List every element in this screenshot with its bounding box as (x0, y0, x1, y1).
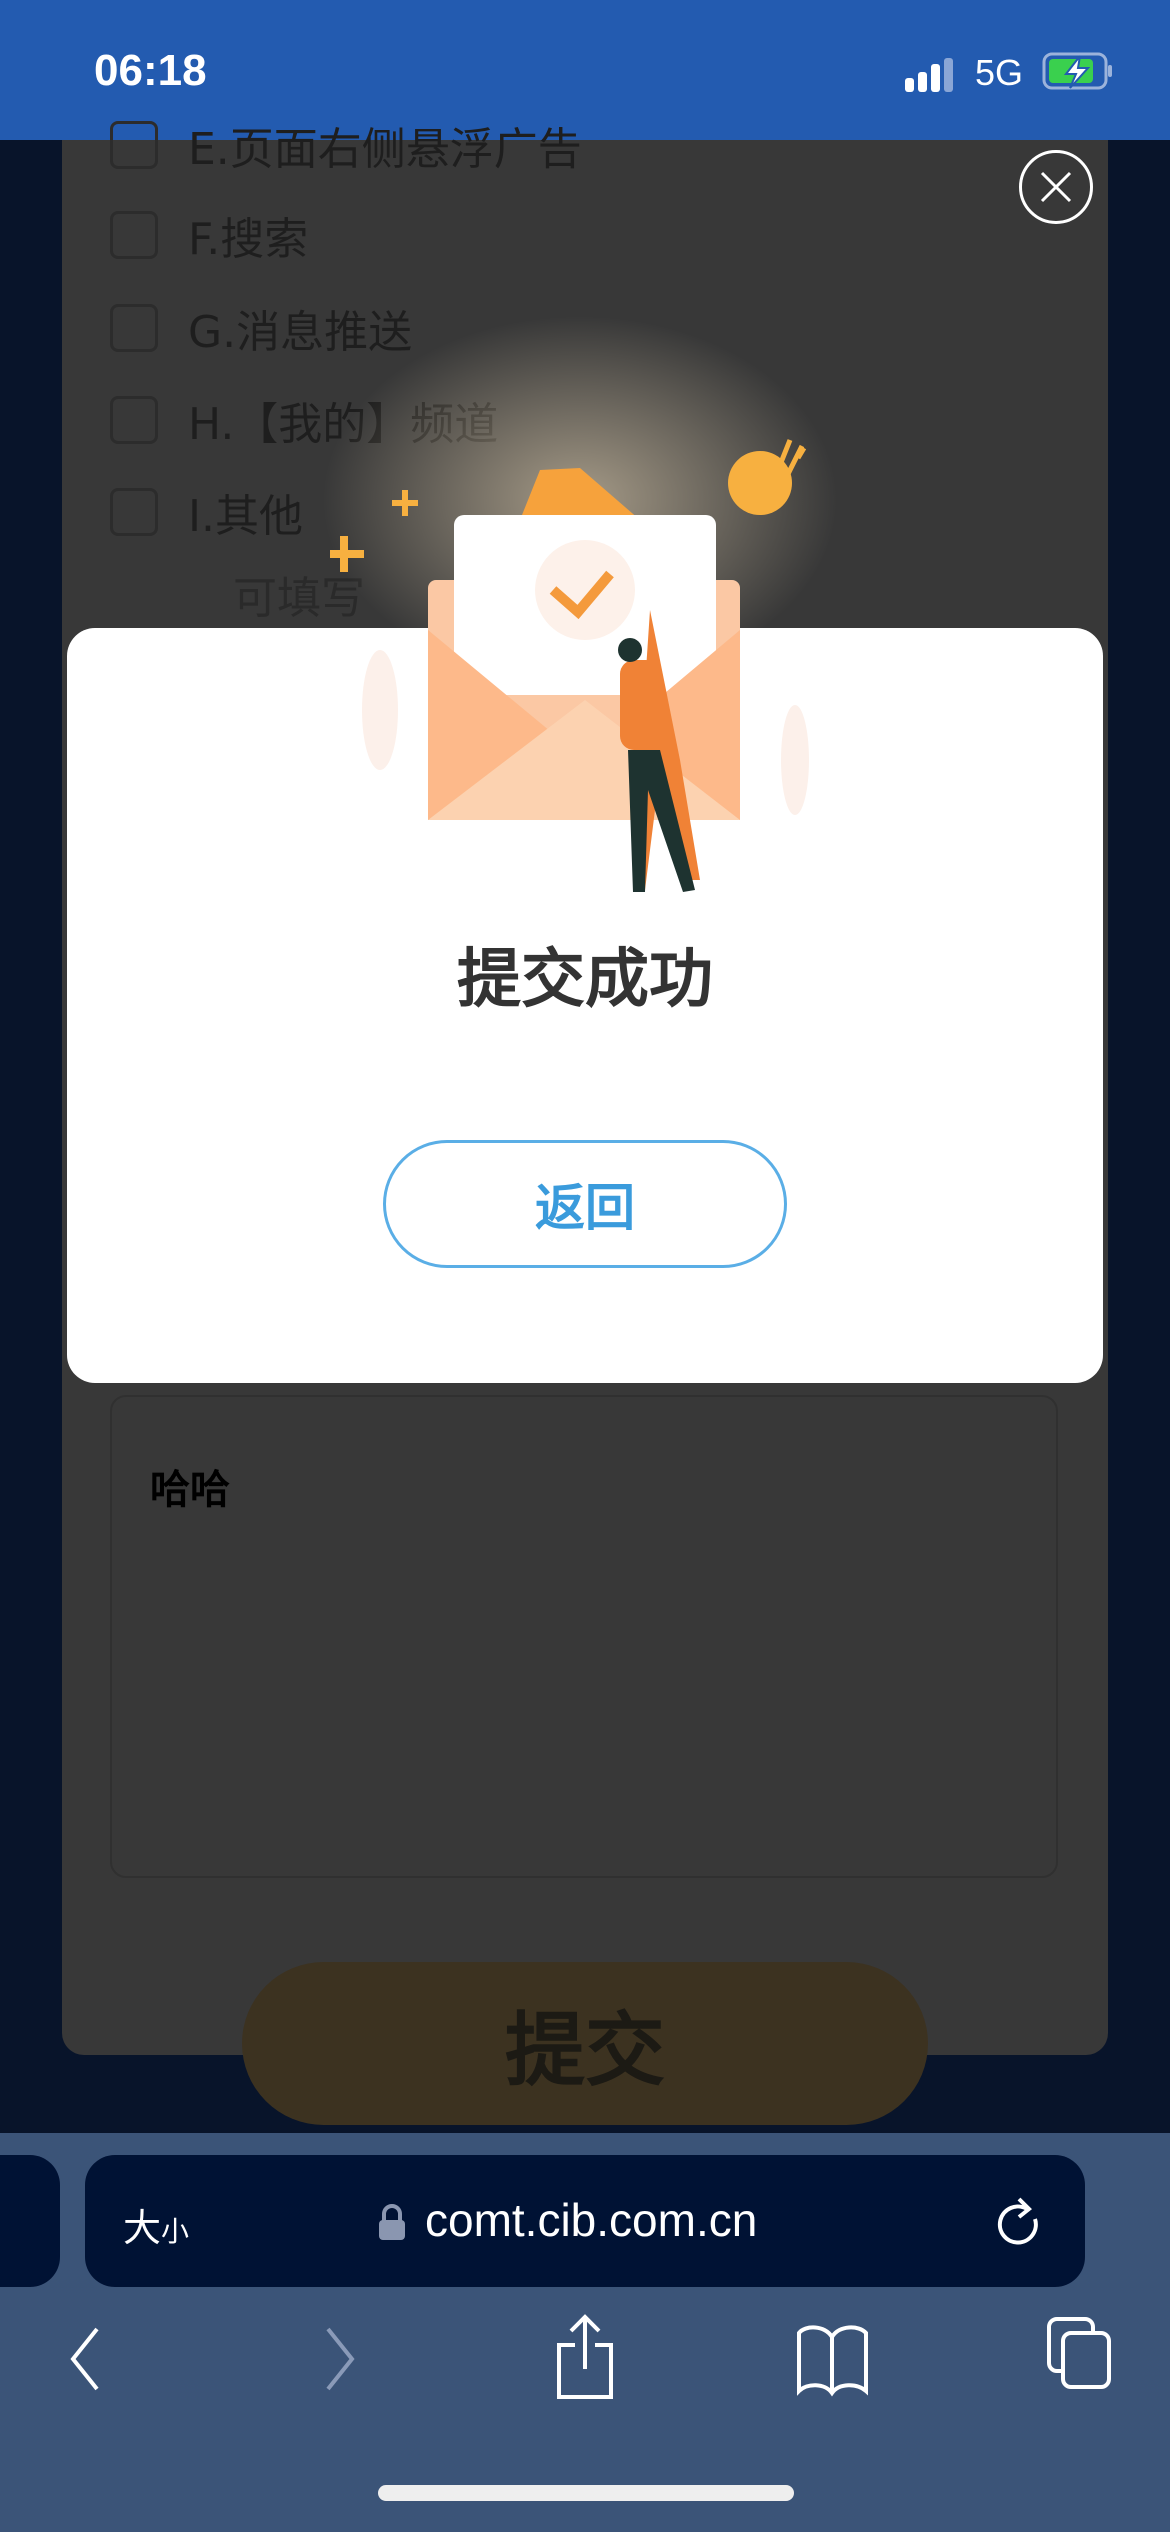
forward-icon[interactable] (320, 2323, 360, 2393)
back-icon[interactable] (65, 2323, 105, 2393)
clock: 06:18 (94, 46, 207, 95)
reload-icon[interactable] (995, 2193, 1045, 2253)
text-size-button[interactable]: 大小 (123, 2197, 189, 2252)
share-icon[interactable] (555, 2313, 615, 2403)
option-i[interactable]: I.其他 (110, 487, 303, 542)
option-f[interactable]: F.搜索 (110, 210, 308, 265)
submit-button[interactable]: 提交 (242, 1962, 928, 2125)
url-text: comt.cib.com.cn (425, 2194, 758, 2246)
battery-charging-icon (1042, 52, 1112, 90)
checkbox[interactable] (110, 304, 158, 352)
lock-icon (379, 2204, 405, 2240)
status-bar: 06:18 5G (0, 0, 1170, 140)
checkbox[interactable] (110, 488, 158, 536)
checkbox[interactable] (110, 121, 158, 169)
return-button[interactable]: 返回 (383, 1140, 787, 1268)
close-icon (1040, 171, 1072, 203)
browser-toolbar: 大小 comt.cib.com.cn (0, 2133, 1170, 2532)
comment-textarea[interactable]: 哈哈 (110, 1395, 1058, 1878)
envelope-success-illustration (330, 439, 809, 892)
option-e[interactable]: E.页面右侧悬浮广告 (110, 120, 582, 175)
checkbox[interactable] (110, 396, 158, 444)
modal-title: 提交成功 (457, 943, 713, 1017)
bookmarks-icon[interactable] (795, 2323, 870, 2398)
tabs-icon[interactable] (1045, 2315, 1115, 2391)
checkbox[interactable] (110, 211, 158, 259)
signal-icon (905, 58, 953, 92)
previous-tab[interactable] (0, 2155, 60, 2287)
address-bar[interactable]: 大小 comt.cib.com.cn (85, 2155, 1085, 2287)
home-indicator[interactable] (378, 2485, 794, 2501)
close-button[interactable] (1019, 150, 1093, 224)
network-type: 5G (975, 52, 1024, 93)
